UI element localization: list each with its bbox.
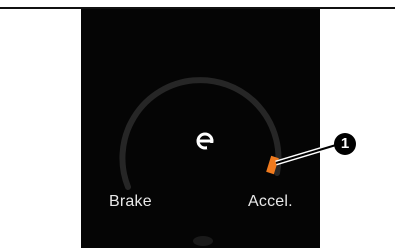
callout-number-badge: 1	[334, 133, 356, 155]
callout-leader	[275, 142, 337, 166]
